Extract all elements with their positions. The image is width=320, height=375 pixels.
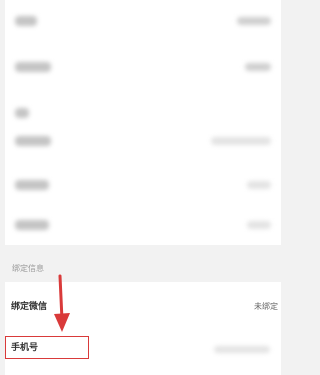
profile-info-card xyxy=(5,0,281,245)
blurred-value xyxy=(245,63,271,71)
blurred-row-5[interactable] xyxy=(5,166,281,206)
blurred-label xyxy=(15,16,37,26)
blurred-row-6[interactable] xyxy=(5,206,281,246)
blurred-label xyxy=(15,108,29,118)
blurred-label xyxy=(15,180,49,190)
blurred-row-2[interactable] xyxy=(5,48,281,88)
blurred-label xyxy=(15,62,51,72)
blurred-value xyxy=(247,221,271,229)
blurred-label xyxy=(15,136,51,146)
account-settings-page: 绑定信息 绑定微信 未绑定 手机号 xyxy=(0,0,286,375)
blurred-row-1[interactable] xyxy=(5,2,281,42)
blurred-value xyxy=(237,17,271,25)
blurred-value xyxy=(247,181,271,189)
phone-highlight-box xyxy=(5,336,89,359)
binding-section-title: 绑定信息 xyxy=(12,264,44,273)
blurred-value xyxy=(211,137,271,145)
pointer-arrow-icon xyxy=(54,274,70,332)
wechat-binding-row[interactable] xyxy=(5,290,281,324)
blurred-label xyxy=(15,220,49,230)
blurred-row-4[interactable] xyxy=(5,122,281,162)
